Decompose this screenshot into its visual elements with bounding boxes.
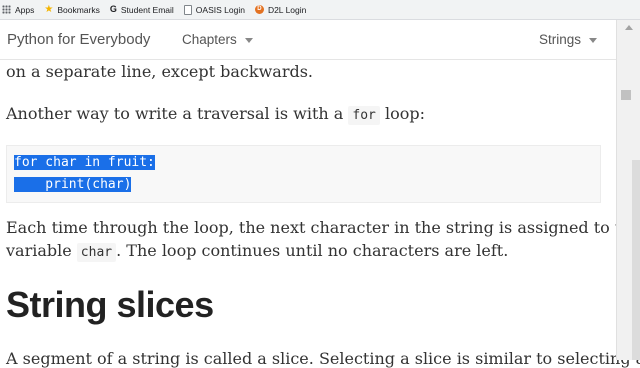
selected-code: print(char) xyxy=(14,177,132,192)
bookmark-d2l-login[interactable]: D D2L Login xyxy=(254,4,307,15)
page-icon xyxy=(183,4,192,15)
bookmark-apps[interactable]: Apps xyxy=(2,5,34,15)
bookmark-label: Bookmarks xyxy=(57,4,100,15)
bookmark-bookmarks[interactable]: ★ Bookmarks xyxy=(44,5,99,15)
paragraph-line: Each time through the loop, the next cha… xyxy=(6,218,640,237)
inline-code: char xyxy=(76,243,117,262)
star-icon: ★ xyxy=(44,4,54,15)
apps-grid-icon xyxy=(2,5,11,14)
bookmark-student-email[interactable]: G Student Email xyxy=(110,5,174,15)
site-title[interactable]: Python for Everybody xyxy=(7,31,150,48)
scrollbar-thumb[interactable] xyxy=(621,90,631,100)
chevron-down-icon xyxy=(244,37,253,43)
chapters-label: Chapters xyxy=(182,32,237,47)
d2l-icon: D xyxy=(254,5,264,14)
bookmark-label: D2L Login xyxy=(267,4,307,15)
code-line: print(char) xyxy=(14,177,132,192)
paragraph-text: Another way to write a traversal is with… xyxy=(6,104,349,123)
section-label: Strings xyxy=(539,32,582,47)
code-block[interactable]: for char in fruit: print(char) xyxy=(6,145,601,203)
scrollbar-track-highlight xyxy=(632,160,640,360)
section-dropdown[interactable]: Strings xyxy=(539,32,598,47)
bookmark-oasis-login[interactable]: OASIS Login xyxy=(183,4,245,15)
paragraph-fragment: on a separate line, except backwards. xyxy=(6,62,313,81)
chapters-dropdown[interactable]: Chapters xyxy=(182,32,253,47)
scroll-up-arrow-icon[interactable] xyxy=(625,25,633,30)
bookmark-label: Student Email xyxy=(120,4,174,15)
bookmark-label: OASIS Login xyxy=(195,4,245,15)
selected-code: for char in fruit: xyxy=(14,155,155,170)
paragraph-text: variable xyxy=(6,241,77,260)
chevron-down-icon xyxy=(589,37,598,43)
paragraph: Another way to write a traversal is with… xyxy=(6,104,425,125)
inline-code: for xyxy=(348,106,380,125)
code-line: for char in fruit: xyxy=(14,155,155,170)
paragraph-fragment: A segment of a string is called a slice.… xyxy=(6,349,640,368)
section-heading: String slices xyxy=(6,284,214,325)
bookmark-label: Apps xyxy=(15,4,35,15)
bookmarks-bar: Apps ★ Bookmarks G Student Email OASIS L… xyxy=(0,0,640,20)
paragraph-text: . The loop continues until no characters… xyxy=(116,241,509,260)
site-header: Python for Everybody Chapters Strings xyxy=(0,20,616,60)
paragraph-text: loop: xyxy=(379,104,425,123)
paragraph-line: variable char. The loop continues until … xyxy=(6,241,509,262)
google-icon: G xyxy=(109,4,117,14)
